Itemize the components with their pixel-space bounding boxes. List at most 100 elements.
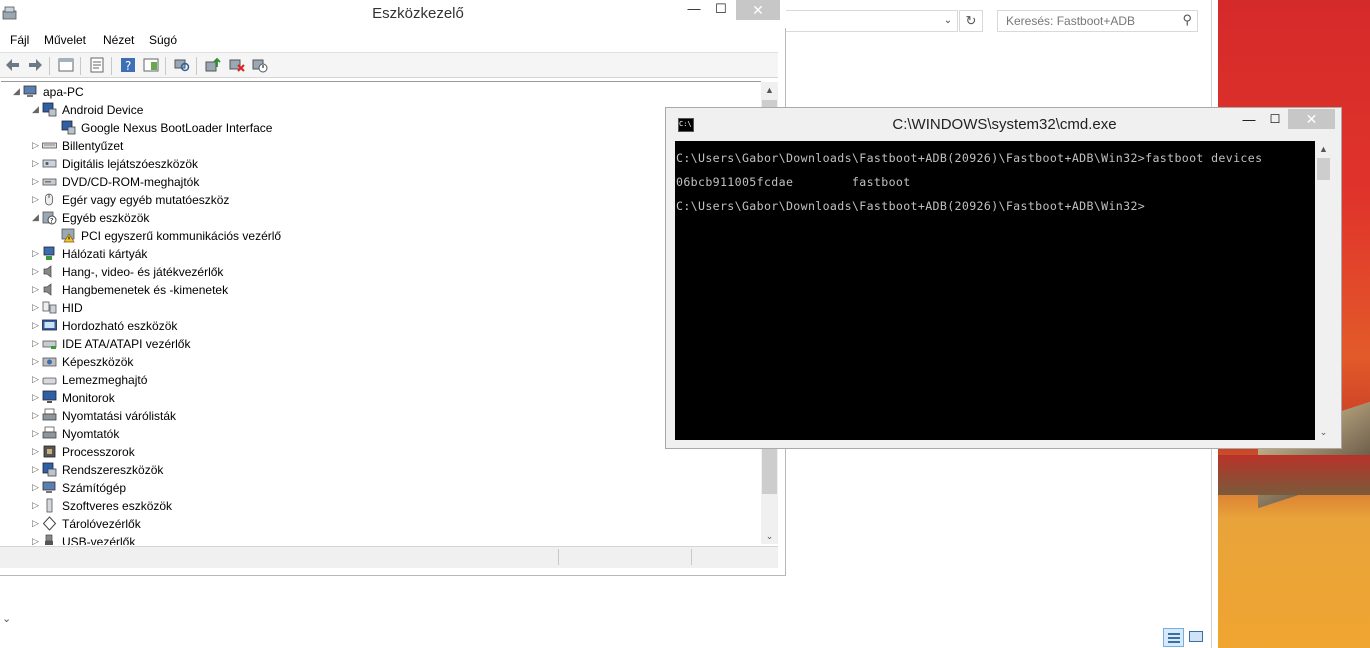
expand-arrow-icon[interactable]: ▷ <box>32 338 40 349</box>
help-icon[interactable]: ? <box>120 57 136 73</box>
details-view-icon[interactable] <box>1163 628 1184 647</box>
tree-item[interactable]: ▷ Hordozható eszközök <box>1 317 759 335</box>
tree-item[interactable]: ▷ Rendszereszközök <box>1 461 759 479</box>
tree-item[interactable]: ▷ HID <box>1 299 759 317</box>
menu-view[interactable]: Nézet <box>103 33 134 47</box>
vertical-scrollbar[interactable]: ▲ ⌄ <box>1315 141 1332 440</box>
close-button[interactable]: ✕ <box>1288 109 1335 129</box>
tree-item-label: USB-vezérlők <box>62 535 136 545</box>
chevron-down-icon[interactable]: ⌄ <box>2 612 11 625</box>
expand-arrow-icon[interactable]: ▷ <box>32 176 40 187</box>
tree-item[interactable]: ▷ Monitorok <box>1 389 759 407</box>
device-tree[interactable]: ◢ apa-PC ◢ Android Device Google Nexus BootL… <box>1 81 761 545</box>
scrollbar-thumb[interactable] <box>1317 158 1330 180</box>
tree-item-label: Nyomtatók <box>62 427 120 441</box>
menu-help[interactable]: Súgó <box>149 33 177 47</box>
minimize-button[interactable]: — <box>680 0 708 20</box>
tree-item[interactable]: ▷ IDE ATA/ATAPI vezérlők <box>1 335 759 353</box>
expand-arrow-icon[interactable]: ▷ <box>32 194 40 205</box>
collapse-arrow-icon[interactable]: ◢ <box>13 86 21 97</box>
expand-arrow-icon[interactable]: ▷ <box>32 356 40 367</box>
expand-arrow-icon[interactable]: ▷ <box>32 248 40 259</box>
tree-item[interactable]: ▷ Billentyűzet <box>1 137 759 155</box>
tree-item-label: Hordozható eszközök <box>62 319 178 333</box>
tree-item-label: Hang-, video- és játékvezérlők <box>62 265 224 279</box>
imaging-device-icon <box>42 357 57 367</box>
properties-grid-icon[interactable] <box>58 57 74 73</box>
expand-arrow-icon[interactable]: ▷ <box>32 158 40 169</box>
scroll-down-icon[interactable]: ⌄ <box>1315 424 1332 440</box>
tree-item[interactable]: Google Nexus BootLoader Interface <box>1 119 759 137</box>
tree-item[interactable]: ◢ apa-PC <box>1 83 759 101</box>
tree-item-label: Processzorok <box>62 445 135 459</box>
search-icon[interactable]: ⚲ <box>1182 12 1192 28</box>
tree-item[interactable]: ▷ DVD/CD-ROM-meghajtók <box>1 173 759 191</box>
scroll-up-icon[interactable]: ▲ <box>761 82 778 98</box>
collapse-arrow-icon[interactable]: ◢ <box>32 104 40 115</box>
forward-arrow-icon[interactable] <box>27 57 43 73</box>
tree-item[interactable]: ▷ Számítógép <box>1 479 759 497</box>
maximize-button[interactable]: ☐ <box>707 0 735 20</box>
tree-item[interactable]: ▷ Egér vagy egyéb mutatóeszköz <box>1 191 759 209</box>
menu-bar: Fájl Művelet Nézet Súgó <box>0 29 778 51</box>
title-bar[interactable]: Eszközkezelő — ☐ ✕ <box>0 0 786 28</box>
menu-action[interactable]: Művelet <box>44 33 86 47</box>
tree-item[interactable]: ▷ Hangbemenetek és -kimenetek <box>1 281 759 299</box>
expand-arrow-icon[interactable]: ▷ <box>32 518 40 529</box>
expand-arrow-icon[interactable]: ▷ <box>32 392 40 403</box>
minimize-button[interactable]: — <box>1236 112 1262 130</box>
tree-item[interactable]: ▷ Hálózati kártyák <box>1 245 759 263</box>
expand-arrow-icon[interactable]: ▷ <box>32 500 40 511</box>
expand-arrow-icon[interactable]: ▷ <box>32 302 40 313</box>
refresh-icon[interactable]: ↻ <box>959 10 983 32</box>
tree-item[interactable]: ▷ Nyomtatási várólisták <box>1 407 759 425</box>
console-output[interactable]: C:\Users\Gabor\Downloads\Fastboot+ADB(20… <box>675 141 1315 440</box>
tree-item[interactable]: ▷ Lemezmeghajtó <box>1 371 759 389</box>
tree-item[interactable]: ▷ USB-vezérlők <box>1 533 759 545</box>
tree-item[interactable]: ▷ Digitális lejátszóeszközök <box>1 155 759 173</box>
tree-item[interactable]: ▷ Processzorok <box>1 443 759 461</box>
tree-item[interactable]: PCI egyszerű kommunikációs vezérlő <box>1 227 759 245</box>
show-pane-icon[interactable] <box>143 57 159 73</box>
menu-file[interactable]: Fájl <box>10 33 29 47</box>
tree-item[interactable]: ▷ Szoftveres eszközök <box>1 497 759 515</box>
close-button[interactable]: ✕ <box>736 0 780 20</box>
tree-item[interactable]: ▷ Tárolóvezérlők <box>1 515 759 533</box>
expand-arrow-icon[interactable]: ▷ <box>32 266 40 277</box>
expand-arrow-icon[interactable]: ▷ <box>32 482 40 493</box>
expand-arrow-icon[interactable]: ▷ <box>32 284 40 295</box>
expand-arrow-icon[interactable]: ▷ <box>32 464 40 475</box>
chevron-down-icon[interactable]: ⌄ <box>940 12 956 30</box>
tree-item[interactable]: ▷ Hang-, video- és játékvezérlők <box>1 263 759 281</box>
console-line: C:\Users\Gabor\Downloads\Fastboot+ADB(20… <box>676 151 1263 165</box>
maximize-button[interactable]: ☐ <box>1262 112 1288 130</box>
expand-arrow-icon[interactable]: ▷ <box>32 410 40 421</box>
scroll-down-icon[interactable]: ⌄ <box>761 528 778 544</box>
tree-item[interactable]: ▷ Nyomtatók <box>1 425 759 443</box>
large-icons-view-icon[interactable] <box>1189 631 1203 642</box>
disable-device-icon[interactable] <box>252 57 268 73</box>
scroll-up-icon[interactable]: ▲ <box>1315 141 1332 157</box>
uninstall-device-icon[interactable] <box>229 57 245 73</box>
scan-hardware-icon[interactable] <box>174 57 190 73</box>
expand-arrow-icon[interactable]: ▷ <box>32 446 40 457</box>
storage-controller-icon <box>42 516 57 531</box>
toolbar-separator <box>111 57 112 75</box>
search-input[interactable]: Keresés: Fastboot+ADB ⚲ <box>997 10 1198 32</box>
tree-item[interactable]: ◢ Android Device <box>1 101 759 119</box>
collapse-arrow-icon[interactable]: ◢ <box>32 212 40 223</box>
properties-icon[interactable] <box>89 57 105 73</box>
expand-arrow-icon[interactable]: ▷ <box>32 320 40 331</box>
back-arrow-icon[interactable] <box>5 57 21 73</box>
expand-arrow-icon[interactable]: ▷ <box>32 140 40 151</box>
hid-icon <box>42 301 57 314</box>
computer-icon <box>42 481 56 493</box>
expand-arrow-icon[interactable]: ▷ <box>32 374 40 385</box>
mouse-icon <box>45 193 53 206</box>
expand-arrow-icon[interactable]: ▷ <box>32 536 40 545</box>
tree-item[interactable]: ◢? Egyéb eszközök <box>1 209 759 227</box>
android-device-icon <box>42 102 57 117</box>
tree-item[interactable]: ▷ Képeszközök <box>1 353 759 371</box>
update-driver-icon[interactable] <box>205 57 221 73</box>
expand-arrow-icon[interactable]: ▷ <box>32 428 40 439</box>
